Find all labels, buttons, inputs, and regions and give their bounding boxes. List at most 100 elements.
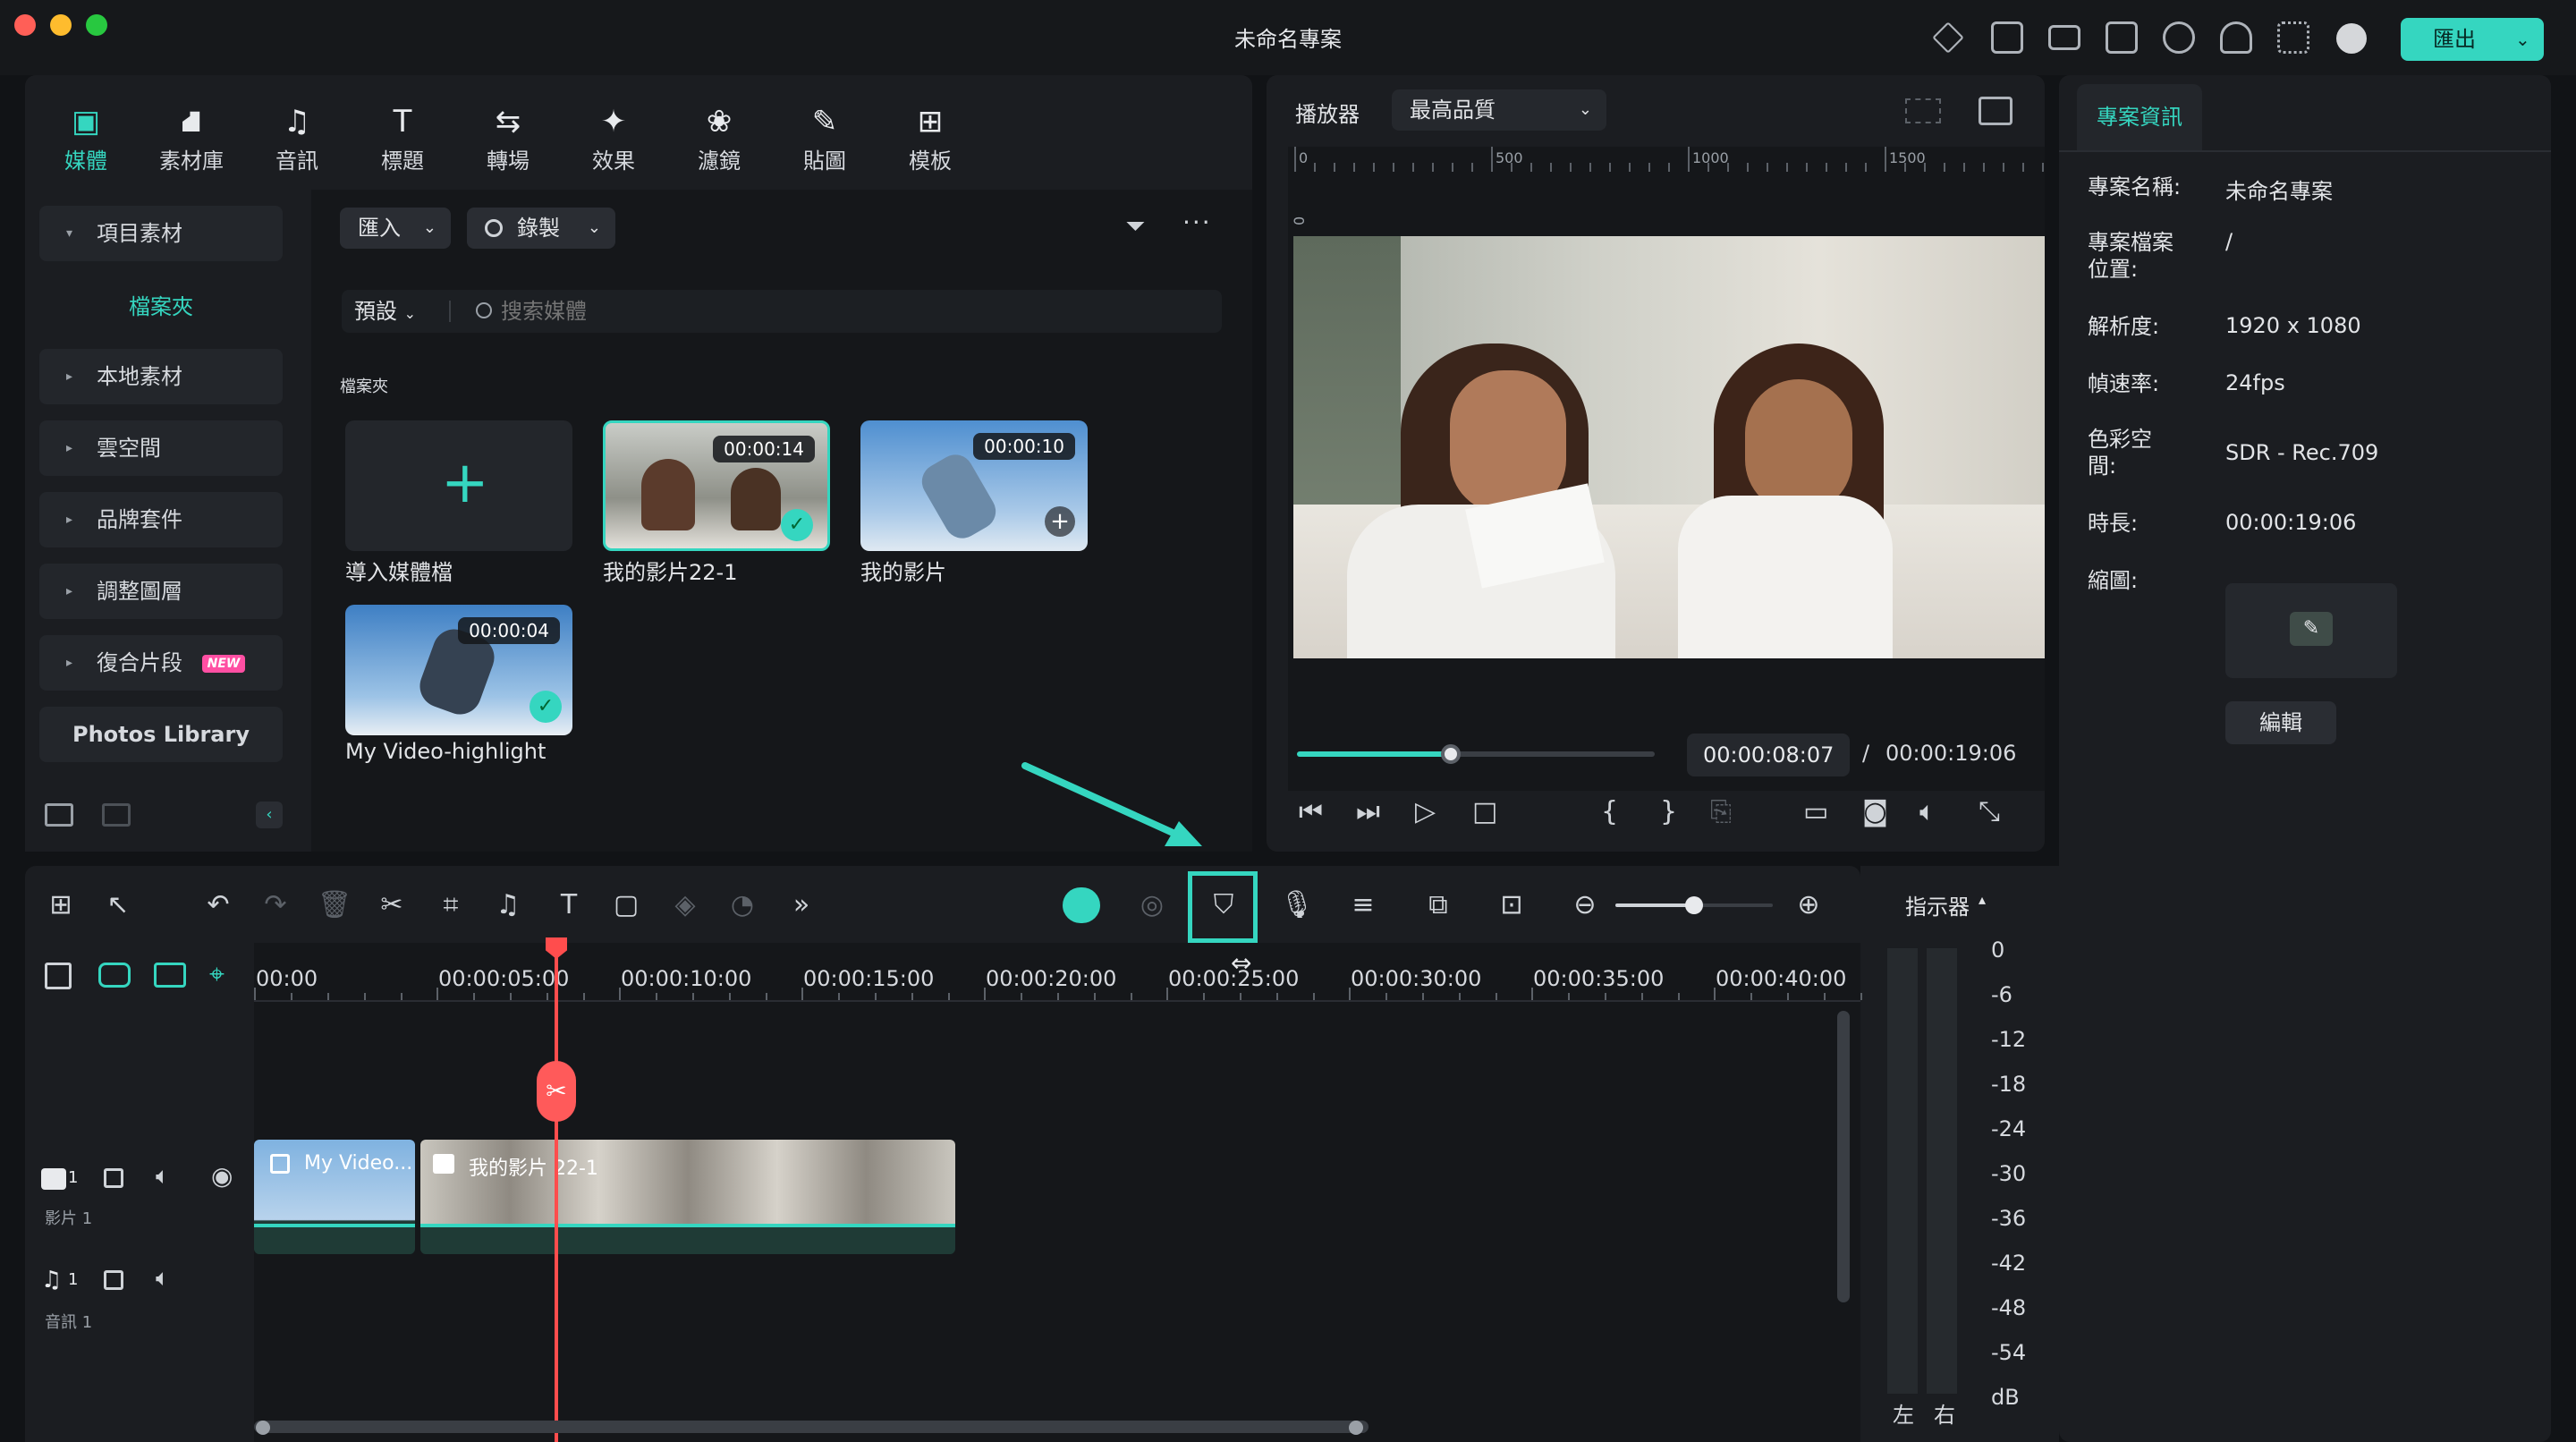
eye-icon[interactable]: ◉: [211, 1161, 233, 1191]
mute-icon[interactable]: 🔈︎: [156, 1265, 170, 1293]
media-clip-card[interactable]: 00:00:10 +: [860, 420, 1088, 551]
fullscreen-icon[interactable]: ⤡: [1979, 796, 2000, 827]
render-icon[interactable]: ◎: [1134, 887, 1170, 923]
keyframe-icon[interactable]: ◈: [667, 887, 703, 923]
text-icon[interactable]: T: [551, 887, 587, 923]
timeline-clip[interactable]: 我的影片 22-1: [420, 1140, 955, 1254]
sidebar-item-photos-library[interactable]: Photos Library: [39, 707, 283, 762]
zoom-handle[interactable]: [1685, 896, 1703, 914]
audio-mix-icon[interactable]: ≡: [1345, 887, 1381, 923]
horizontal-scrollbar[interactable]: [254, 1421, 1368, 1433]
select-tool-icon[interactable]: ↖: [100, 887, 136, 923]
avatar[interactable]: [2336, 23, 2367, 54]
split-playhead-icon[interactable]: ✂: [537, 1061, 576, 1122]
magnet-icon[interactable]: [154, 963, 186, 988]
tab-sticker[interactable]: ✎ 貼圖: [780, 106, 869, 174]
display-icon[interactable]: ▭: [1803, 796, 1828, 827]
delete-icon[interactable]: 🗑︎: [317, 887, 352, 923]
sidebar-item-folder[interactable]: 檔案夾: [39, 279, 283, 335]
save-icon[interactable]: [2106, 21, 2138, 54]
tab-media[interactable]: ▣ 媒體: [41, 106, 131, 174]
tab-music[interactable]: ♫ 音訊: [252, 106, 342, 174]
microphone-icon[interactable]: 🎙︎: [1279, 887, 1315, 923]
new-folder-icon[interactable]: [45, 803, 73, 827]
playback-handle[interactable]: [1441, 744, 1461, 764]
lock-track-icon[interactable]: [104, 1270, 123, 1290]
layout-icon[interactable]: ⊞: [43, 887, 79, 923]
grid-view-icon[interactable]: [1905, 98, 1941, 123]
close-window-icon[interactable]: [14, 14, 36, 36]
edit-button[interactable]: 編輯: [2225, 701, 2336, 744]
zoom-window-icon[interactable]: [86, 14, 107, 36]
import-media-tile[interactable]: +: [345, 420, 572, 551]
tab-stock[interactable]: ⛘ 素材庫: [147, 106, 236, 174]
prev-frame-icon[interactable]: ⏮: [1299, 796, 1323, 827]
import-dropdown[interactable]: 匯入 ⌄: [340, 208, 451, 249]
preset-dropdown[interactable]: 預設 ⌄: [354, 290, 416, 335]
scrollbar-handle[interactable]: [1349, 1421, 1363, 1435]
add-track-icon[interactable]: [45, 963, 72, 989]
collapse-sidebar-icon[interactable]: ‹: [256, 802, 283, 828]
sidebar-item-brand-kit[interactable]: ▸ 品牌套件: [39, 492, 283, 547]
sidebar-item-local-media[interactable]: ▸ 本地素材: [39, 349, 283, 404]
timeline-clip[interactable]: My Video...: [254, 1140, 415, 1254]
marker-icon[interactable]: ⛉: [1206, 887, 1241, 923]
mark-out-icon[interactable]: }: [1660, 796, 1677, 827]
media-clip-card[interactable]: 00:00:14 ✓: [603, 420, 830, 551]
crop-icon[interactable]: ⌗: [433, 887, 469, 923]
snapshot-icon[interactable]: ◙: [1862, 796, 1888, 827]
tab-template[interactable]: ⊞ 模板: [886, 106, 975, 174]
undo-icon[interactable]: ↶: [200, 887, 236, 923]
record-dropdown[interactable]: 錄製 ⌄: [467, 208, 615, 249]
caret-up-icon[interactable]: ▴: [1979, 891, 1986, 908]
sidebar-item-project-media[interactable]: ▾ 項目素材: [39, 206, 283, 261]
tab-filter[interactable]: ❀ 濾鏡: [674, 106, 764, 174]
chevron-down-icon[interactable]: ⌄: [2515, 18, 2530, 61]
minimize-window-icon[interactable]: [50, 14, 72, 36]
volume-icon[interactable]: 🔈︎: [1919, 796, 1936, 827]
apps-grid-icon[interactable]: [2277, 21, 2309, 54]
stop-icon[interactable]: □: [1472, 796, 1497, 827]
task-icon[interactable]: [1991, 21, 2023, 54]
zoom-out-icon[interactable]: ⊖: [1567, 887, 1603, 923]
sidebar-item-compound-clip[interactable]: ▸ 復合片段 NEW: [39, 635, 283, 691]
media-clip-card[interactable]: 00:00:04 ✓: [345, 605, 572, 735]
mask-icon[interactable]: ▢: [608, 887, 644, 923]
tab-project-info[interactable]: 專案資訊: [2077, 84, 2202, 150]
mark-in-icon[interactable]: {: [1601, 796, 1618, 827]
tab-transition[interactable]: ⇆ 轉場: [463, 106, 553, 174]
cloud-icon[interactable]: [2163, 21, 2195, 54]
image-icon[interactable]: [1979, 97, 2012, 125]
split-icon[interactable]: ✂: [374, 887, 410, 923]
vertical-scrollbar[interactable]: [1837, 1011, 1850, 1302]
speed-icon[interactable]: ◔: [724, 887, 760, 923]
redo-icon[interactable]: ↷: [258, 887, 293, 923]
filter-icon[interactable]: ⏷: [1125, 211, 1145, 242]
fit-icon[interactable]: ⊡: [1494, 887, 1530, 923]
audio-edit-icon[interactable]: ♫: [490, 887, 526, 923]
tab-effects[interactable]: ✦ 效果: [569, 106, 658, 174]
mute-icon[interactable]: 🔈︎: [156, 1163, 170, 1191]
insert-icon[interactable]: ⎘: [1710, 796, 1732, 827]
sidebar-item-cloud[interactable]: ▸ 雲空間: [39, 420, 283, 476]
lock-track-icon[interactable]: [104, 1168, 123, 1188]
next-frame-icon[interactable]: ⏭: [1356, 796, 1380, 827]
ai-assistant-icon[interactable]: [1063, 887, 1100, 923]
zoom-in-icon[interactable]: ⊕: [1791, 887, 1826, 923]
replace-icon[interactable]: ⧉: [1420, 887, 1456, 923]
quality-dropdown[interactable]: 最高品質 ⌄: [1392, 89, 1606, 131]
more-tools-icon[interactable]: »: [784, 887, 819, 923]
playhead[interactable]: [555, 943, 558, 1442]
support-icon[interactable]: [2220, 21, 2252, 54]
tab-title[interactable]: T 標題: [358, 106, 447, 174]
add-to-timeline-icon[interactable]: +: [1045, 506, 1075, 537]
remove-folder-icon[interactable]: [102, 803, 131, 827]
layout-icon[interactable]: [2048, 25, 2080, 50]
more-icon[interactable]: ···: [1182, 208, 1212, 237]
sidebar-item-adjustment-layer[interactable]: ▸ 調整圖層: [39, 564, 283, 619]
send-icon[interactable]: [1932, 21, 1964, 54]
play-icon[interactable]: ▷: [1415, 796, 1436, 827]
scrollbar-handle[interactable]: [256, 1421, 270, 1435]
snap-icon[interactable]: ⌖: [209, 959, 225, 990]
search-input[interactable]: [501, 293, 1199, 329]
